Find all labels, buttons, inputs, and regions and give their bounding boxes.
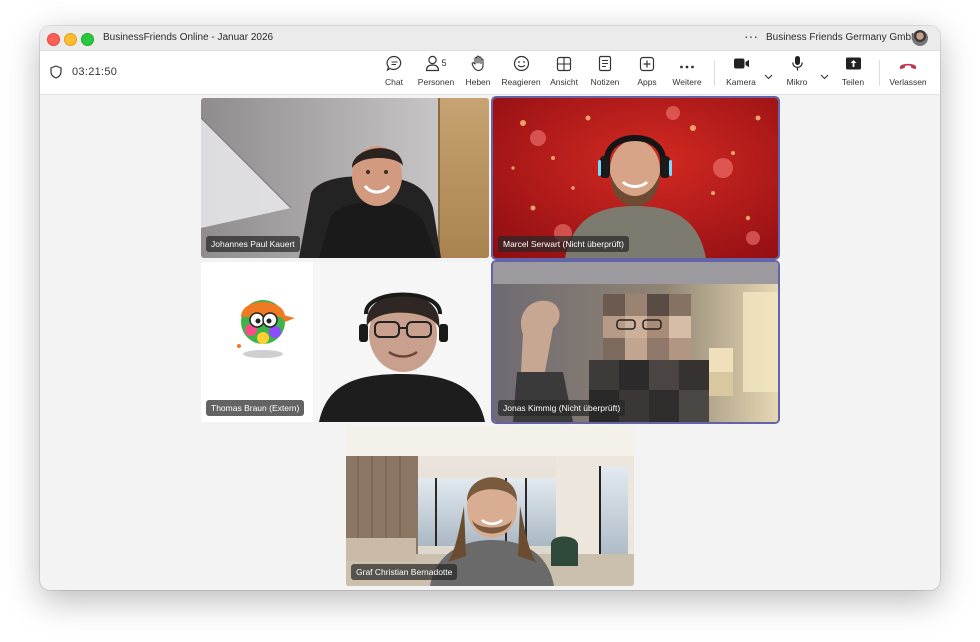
people-label: Personen [417,77,455,87]
participant-name: Jonas Kimmig (Nicht überprüft) [498,400,626,416]
organization-name[interactable]: Business Friends Germany GmbH [766,32,918,43]
view-button[interactable]: Ansicht [548,56,580,90]
chat-icon [385,55,403,77]
participant-name: Thomas Braun (Extern) [206,400,305,416]
hang-up-icon [899,57,917,75]
more-button[interactable]: Weitere [670,56,704,90]
ellipsis-icon [679,57,695,75]
react-label: Reagieren [501,77,541,87]
shield-icon[interactable] [50,65,62,84]
view-label: Ansicht [550,77,578,87]
participant-video [201,262,489,422]
leave-label: Verlassen [889,77,927,87]
more-options-icon[interactable]: ··· [744,28,758,44]
participant-name: Johannes Paul Kauert [206,236,300,252]
microphone-label: Mikro [786,77,808,87]
video-stage: Johannes Paul Kauert Marcel Serwart (Nic… [40,95,940,590]
grid-icon [556,56,572,77]
microphone-icon [791,55,804,77]
participant-video [346,426,634,586]
raise-hand-label: Heben [465,77,491,87]
more-label: Weitere [672,77,702,87]
window-title: BusinessFriends Online - Januar 2026 [103,32,274,43]
participant-tile[interactable]: Graf Christian Bernadotte [346,426,634,586]
share-button[interactable]: Teilen [838,56,868,90]
participant-name: Marcel Serwart (Nicht überprüft) [498,236,629,252]
close-window-button[interactable] [47,33,60,46]
toolbar-divider [879,60,880,86]
meeting-window: BusinessFriends Online - Januar 2026 ···… [40,26,940,590]
maximize-window-button[interactable] [81,33,94,46]
participant-video [493,98,778,258]
participant-count: 5 [441,58,447,68]
minimize-window-button[interactable] [64,33,77,46]
smiley-icon [513,55,530,77]
share-screen-icon [845,56,862,76]
react-button[interactable]: Reagieren [500,55,542,90]
participant-name: Graf Christian Bernadotte [351,564,458,580]
chat-label: Chat [385,77,403,87]
people-icon [425,55,440,77]
add-app-icon [639,56,655,77]
people-button[interactable]: 5 Personen [416,55,456,90]
meeting-toolbar: 03:21:50 Chat 5 Personen Heben Reagieren… [40,51,940,95]
camera-options-chevron-down-icon[interactable] [764,67,773,85]
apps-label: Apps [637,77,657,87]
camera-label: Kamera [726,77,756,87]
apps-button[interactable]: Apps [634,56,660,90]
participant-tile[interactable]: Johannes Paul Kauert [201,98,489,258]
notes-label: Notizen [590,77,620,87]
raise-hand-button[interactable]: Heben [464,55,492,90]
chat-button[interactable]: Chat [380,55,408,90]
participant-tile[interactable]: Thomas Braun (Extern) [201,262,489,422]
user-avatar[interactable] [912,30,928,46]
participant-tile[interactable]: Marcel Serwart (Nicht überprüft) [493,98,778,258]
camera-icon [733,57,750,75]
hand-icon [471,55,486,77]
camera-button[interactable]: Kamera [724,56,758,90]
participant-tile[interactable]: Jonas Kimmig (Nicht überprüft) [493,262,778,422]
mic-options-chevron-down-icon[interactable] [820,67,829,85]
participant-video [201,98,489,258]
notes-button[interactable]: Notizen [588,55,622,90]
share-label: Teilen [841,77,865,87]
notes-icon [598,55,612,77]
leave-button[interactable]: Verlassen [886,56,930,90]
microphone-button[interactable]: Mikro [782,56,812,90]
meeting-timer: 03:21:50 [72,66,118,78]
title-bar: BusinessFriends Online - Januar 2026 ···… [40,26,940,51]
participant-video [493,262,778,422]
toolbar-divider [714,60,715,86]
